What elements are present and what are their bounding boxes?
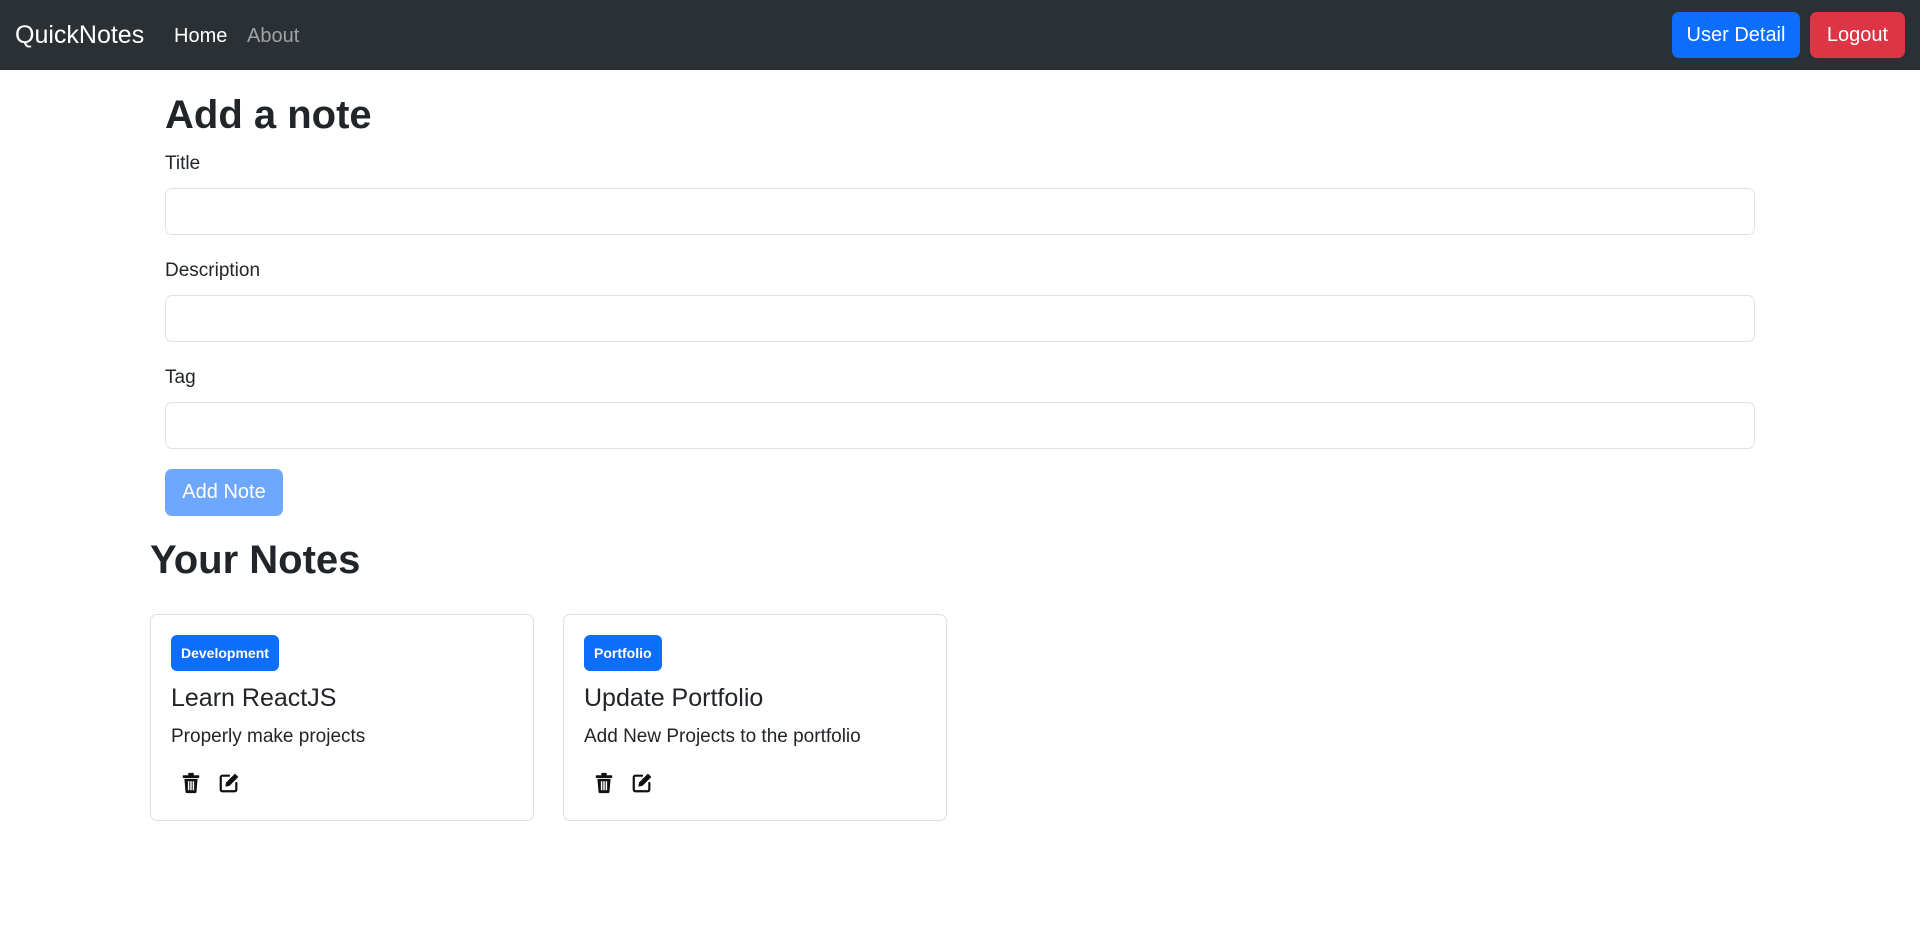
edit-icon[interactable] xyxy=(631,772,653,794)
nav-link-home[interactable]: Home xyxy=(174,24,227,48)
description-label: Description xyxy=(165,260,261,281)
brand-link[interactable]: QuickNotes xyxy=(15,19,144,51)
logout-button[interactable]: Logout xyxy=(1810,12,1905,58)
tag-label: Tag xyxy=(165,367,196,388)
user-detail-button[interactable]: User Detail xyxy=(1672,12,1800,58)
note-card: Portfolio Update Portfolio Add New Proje… xyxy=(563,614,947,821)
tag-input[interactable] xyxy=(165,402,1755,449)
trash-icon[interactable] xyxy=(593,772,615,794)
note-title: Learn ReactJS xyxy=(171,684,337,712)
title-label: Title xyxy=(165,153,201,174)
note-title: Update Portfolio xyxy=(584,684,764,712)
description-input[interactable] xyxy=(165,295,1755,342)
note-tag-badge: Portfolio xyxy=(584,635,662,671)
add-note-button[interactable]: Add Note xyxy=(165,469,283,516)
trash-icon[interactable] xyxy=(180,772,202,794)
note-description: Add New Projects to the portfolio xyxy=(584,726,861,747)
navbar: QuickNotes Home About User Detail Logout xyxy=(0,0,1920,70)
edit-icon[interactable] xyxy=(218,772,240,794)
your-notes-heading: Your Notes xyxy=(150,538,361,582)
nav-link-about[interactable]: About xyxy=(247,24,299,48)
title-input[interactable] xyxy=(165,188,1755,235)
add-note-heading: Add a note xyxy=(165,93,372,137)
note-description: Properly make projects xyxy=(171,726,366,747)
note-card: Development Learn ReactJS Properly make … xyxy=(150,614,534,821)
note-tag-badge: Development xyxy=(171,635,279,671)
